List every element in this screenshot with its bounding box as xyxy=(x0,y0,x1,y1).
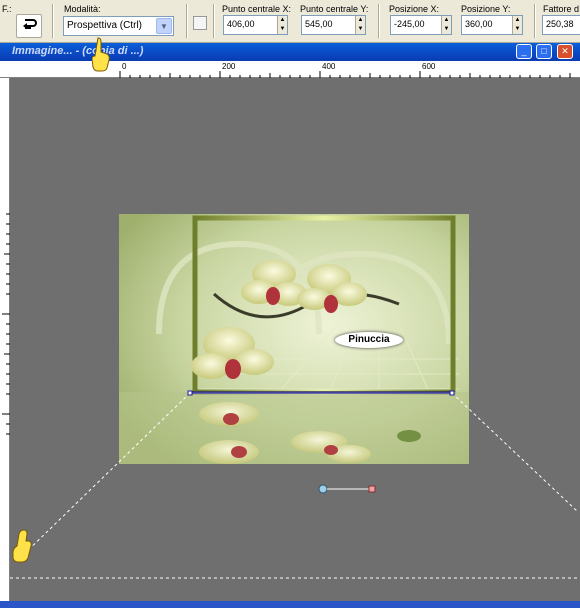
chevron-down-icon[interactable]: ▼ xyxy=(156,18,172,34)
spin-arrows-icon[interactable]: ▲ ▼ xyxy=(512,16,522,34)
ruler-ticks-h xyxy=(119,71,571,78)
center-y-value: 545,00 xyxy=(305,19,333,29)
mode-select[interactable]: Prospettiva (Ctrl) ▼ xyxy=(63,16,174,36)
pos-y-label: Posizione Y: xyxy=(461,4,511,14)
factor-input[interactable]: 250,38 xyxy=(542,15,580,35)
mode-group: Modalità: xyxy=(64,4,101,14)
center-y-label: Punto centrale Y: xyxy=(300,4,369,14)
ruler-label: 400 xyxy=(322,62,336,71)
factor-value: 250,38 xyxy=(546,19,574,29)
ruler-ticks-v xyxy=(2,213,10,435)
center-x-group: Punto centrale X: xyxy=(222,4,291,14)
watermark-label: Pinuccia xyxy=(335,332,403,348)
pointing-hand-icon xyxy=(91,36,112,77)
pos-y-group: Posizione Y: xyxy=(461,4,510,14)
separator xyxy=(534,4,536,38)
spin-arrows-icon[interactable]: ▲ ▼ xyxy=(441,16,451,34)
ruler-label: 600 xyxy=(422,62,436,71)
ruler-label: 200 xyxy=(222,62,236,71)
minimize-button[interactable]: _ xyxy=(516,44,532,59)
orchid-image xyxy=(119,214,469,464)
pos-x-label: Posizione X: xyxy=(389,4,440,14)
center-y-group: Punto centrale Y: xyxy=(300,4,368,14)
perspective-tool-icon[interactable] xyxy=(193,16,207,30)
separator xyxy=(213,4,215,38)
pointing-hand-icon xyxy=(10,528,34,569)
vertical-ruler xyxy=(0,78,10,608)
first-label: F.: xyxy=(2,4,12,14)
horizontal-ruler: 0 200 400 600 xyxy=(0,61,580,78)
center-y-input[interactable]: 545,00 ▲ ▼ xyxy=(301,15,366,35)
separator xyxy=(378,4,380,38)
pos-x-input[interactable]: -245,00 ▲ ▼ xyxy=(390,15,452,35)
separator xyxy=(52,4,54,38)
tool-group-first: F.: xyxy=(2,4,12,14)
pos-x-group: Posizione X: xyxy=(389,4,439,14)
ruler-label: 0 xyxy=(122,62,127,71)
tool-options-toolbar: F.: Modalità: Prospettiva (Ctrl) ▼ Punto… xyxy=(0,0,580,43)
window-title: Immagine... - (copia di ...) xyxy=(12,45,144,57)
spin-arrows-icon[interactable]: ▲ ▼ xyxy=(355,16,365,34)
pos-x-value: -245,00 xyxy=(394,19,425,29)
mode-value: Prospettiva (Ctrl) xyxy=(67,20,143,31)
pos-y-input[interactable]: 360,00 ▲ ▼ xyxy=(461,15,523,35)
factor-label: Fattore d xyxy=(543,4,580,14)
pos-y-value: 360,00 xyxy=(465,19,493,29)
reset-icon[interactable] xyxy=(16,14,42,38)
mode-label: Modalità: xyxy=(64,4,101,14)
maximize-button[interactable]: □ xyxy=(536,44,552,59)
factor-group: Fattore d xyxy=(543,4,579,14)
rotation-handle[interactable] xyxy=(317,482,377,494)
center-x-label: Punto centrale X: xyxy=(222,4,292,14)
image-window-titlebar[interactable]: Immagine... - (copia di ...) _ □ ✕ xyxy=(0,43,580,61)
close-button[interactable]: ✕ xyxy=(557,44,573,59)
separator xyxy=(186,4,188,38)
spin-arrows-icon[interactable]: ▲ ▼ xyxy=(277,16,287,34)
center-x-value: 406,00 xyxy=(227,19,255,29)
center-x-input[interactable]: 406,00 ▲ ▼ xyxy=(223,15,288,35)
window-bottom-border xyxy=(0,601,580,608)
